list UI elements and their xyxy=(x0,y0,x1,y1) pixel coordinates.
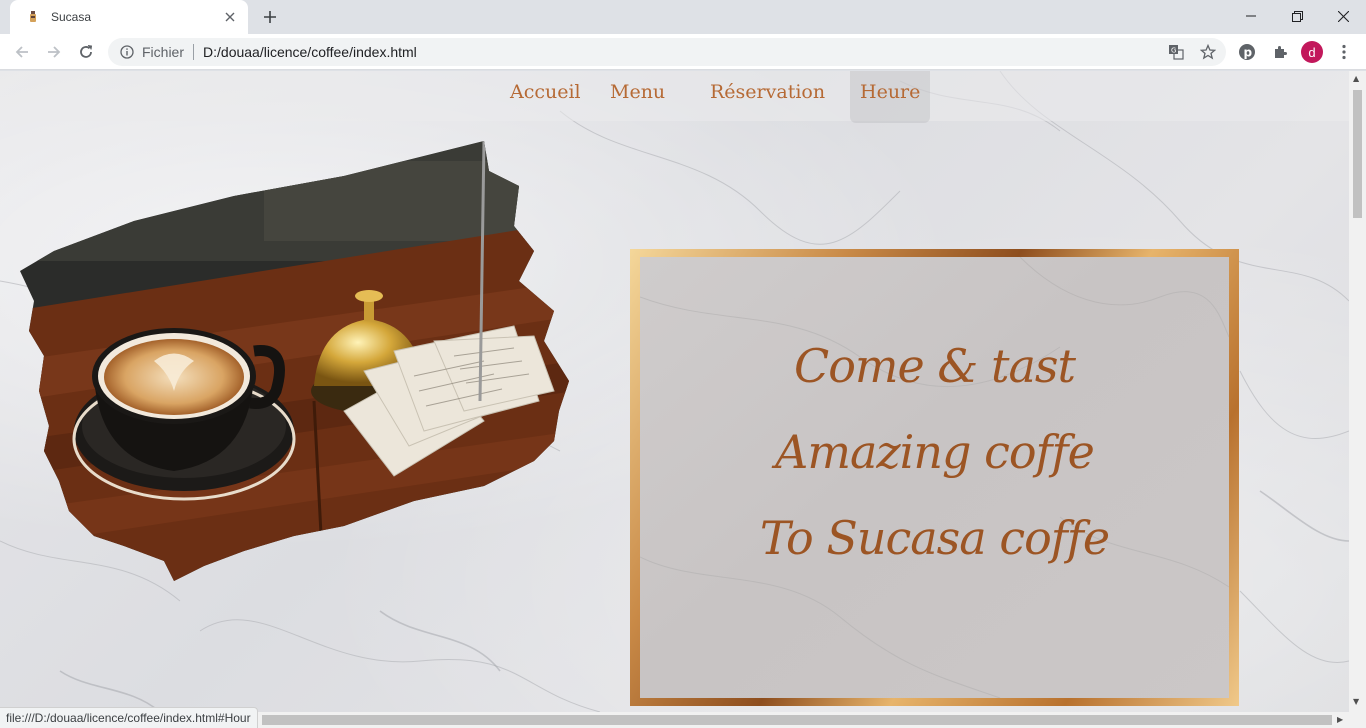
status-bar-url: file:///D:/douaa/licence/coffee/index.ht… xyxy=(0,707,258,728)
minimize-icon[interactable] xyxy=(1228,0,1274,32)
tagline-panel: Come & tast Amazing coffe To Sucasa coff… xyxy=(640,257,1229,698)
page-viewport: Accueil Menu Réservation Heure Come & ta… xyxy=(0,71,1349,712)
protocol-label: Fichier xyxy=(142,44,185,60)
vertical-scroll-thumb[interactable] xyxy=(1353,90,1362,218)
url-text[interactable]: D:/douaa/licence/coffee/index.html xyxy=(203,44,417,60)
forward-arrow-icon[interactable] xyxy=(42,40,66,64)
extensions-icon[interactable] xyxy=(1270,42,1290,62)
browser-tab[interactable]: Sucasa xyxy=(10,0,248,34)
svg-text:G: G xyxy=(1171,47,1176,55)
restore-icon[interactable] xyxy=(1274,0,1320,32)
nav-reservation[interactable]: Réservation xyxy=(710,81,825,111)
tagline-line-3: To Sucasa coffe xyxy=(759,511,1110,565)
svg-text:p: p xyxy=(1244,46,1253,60)
address-bar[interactable]: Fichier D:/douaa/licence/coffee/index.ht… xyxy=(108,38,1226,66)
nav-accueil[interactable]: Accueil xyxy=(510,81,581,111)
coffee-hero-image xyxy=(20,141,569,581)
vertical-scrollbar[interactable]: ▲ ▼ xyxy=(1349,71,1366,712)
plus-icon[interactable] xyxy=(258,6,282,28)
kebab-menu-icon[interactable] xyxy=(1334,41,1354,63)
scroll-down-arrow-icon[interactable]: ▼ xyxy=(1353,697,1359,706)
profile-avatar[interactable]: d xyxy=(1301,41,1323,63)
site-navigation: Accueil Menu Réservation Heure xyxy=(0,71,1349,123)
omnibox-separator xyxy=(193,44,195,60)
nav-heure[interactable]: Heure xyxy=(850,71,931,123)
tagline-line-2: Amazing coffe xyxy=(775,425,1095,479)
translate-icon[interactable]: G xyxy=(1166,42,1186,62)
tab-title: Sucasa xyxy=(51,10,92,24)
browser-toolbar: Fichier D:/douaa/licence/coffee/index.ht… xyxy=(0,34,1366,70)
close-icon[interactable] xyxy=(1320,0,1366,32)
horizontal-scroll-thumb[interactable] xyxy=(262,715,1332,725)
star-icon[interactable] xyxy=(1198,42,1218,62)
info-icon[interactable] xyxy=(119,44,135,60)
close-icon[interactable] xyxy=(222,9,238,25)
coffee-favicon-icon xyxy=(25,9,41,25)
tagline-frame: Come & tast Amazing coffe To Sucasa coff… xyxy=(630,249,1239,706)
scroll-right-arrow-icon[interactable]: ▶ xyxy=(1337,715,1343,724)
tagline-line-1: Come & tast xyxy=(794,339,1076,393)
tab-strip: Sucasa xyxy=(0,0,1366,34)
nav-menu[interactable]: Menu xyxy=(610,81,665,111)
pinterest-icon[interactable]: p xyxy=(1237,42,1257,62)
back-arrow-icon[interactable] xyxy=(10,40,34,64)
reload-icon[interactable] xyxy=(74,40,98,64)
scroll-up-arrow-icon[interactable]: ▲ xyxy=(1353,74,1359,83)
